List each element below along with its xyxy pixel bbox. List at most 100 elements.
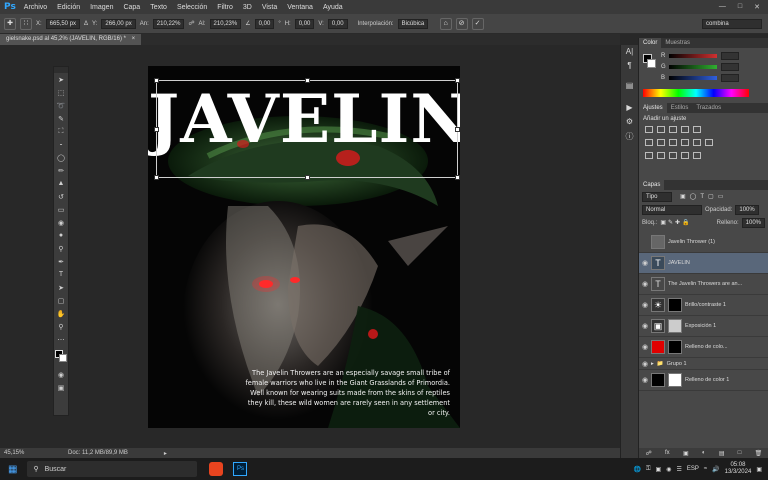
document-canvas[interactable]: JAVELIN The Javelin Throwers are an espe…: [148, 66, 460, 428]
layer-row[interactable]: ◉ Relleno de colo...: [639, 337, 768, 358]
interpolation-select[interactable]: Bicúbica: [397, 18, 428, 29]
status-arrow-icon[interactable]: ▸: [164, 450, 167, 457]
tab-paths[interactable]: Trazados: [692, 103, 725, 113]
network-icon[interactable]: 🌐: [633, 466, 640, 473]
r-value-field[interactable]: [721, 52, 739, 60]
x-field[interactable]: 665,50 px: [45, 18, 81, 29]
paint-bucket-icon[interactable]: ◉: [54, 216, 68, 229]
crop-tool-icon[interactable]: ⛶: [54, 125, 68, 138]
eye-icon[interactable]: ◉: [639, 322, 651, 330]
eyedropper-tool-icon[interactable]: ⁃: [54, 138, 68, 151]
eraser-tool-icon[interactable]: ▭: [54, 203, 68, 216]
menu-texto[interactable]: Texto: [150, 4, 167, 11]
tab-adjustments[interactable]: Ajustes: [639, 103, 667, 113]
delete-layer-icon[interactable]: 🗑: [755, 450, 763, 457]
eye-icon[interactable]: ◉: [639, 259, 651, 267]
pen-tool-icon[interactable]: ✒: [54, 255, 68, 268]
workspace-select[interactable]: combina: [702, 18, 762, 29]
color-spectrum[interactable]: [643, 89, 749, 97]
properties-panel-icon[interactable]: ⚙: [621, 117, 638, 131]
quick-mask-icon[interactable]: ◉: [54, 368, 68, 381]
menu-vista[interactable]: Vista: [262, 4, 277, 11]
new-layer-icon[interactable]: □: [738, 450, 742, 456]
color-lookup-icon[interactable]: [705, 139, 713, 146]
threshold-icon[interactable]: [669, 152, 677, 159]
marquee-tool-icon[interactable]: ⬚: [54, 86, 68, 99]
dodge-tool-icon[interactable]: ⚲: [54, 242, 68, 255]
menu-seleccion[interactable]: Selección: [177, 4, 207, 11]
color-swatches[interactable]: [54, 346, 68, 368]
photoshop-taskbar-icon[interactable]: Ps: [233, 462, 248, 476]
layer-row-selected[interactable]: ◉ T JAVELIN: [639, 253, 768, 274]
fx-icon[interactable]: fx: [665, 450, 670, 456]
photo-filter-icon[interactable]: [681, 139, 689, 146]
hskew-field[interactable]: 0,00: [294, 18, 315, 29]
add-mask-icon[interactable]: ▣: [683, 450, 689, 457]
commit-transform-icon[interactable]: ✓: [471, 17, 484, 30]
lasso-tool-icon[interactable]: ➰: [54, 99, 68, 112]
link-layers-icon[interactable]: ☍: [646, 450, 652, 457]
channel-mixer-icon[interactable]: [693, 139, 701, 146]
lock-icons[interactable]: ▣✎✚🔒: [660, 219, 691, 226]
healing-brush-icon[interactable]: ◯: [54, 151, 68, 164]
wifi-icon[interactable]: ☰: [676, 466, 681, 473]
layer-row[interactable]: Javelin Thrower (1): [639, 232, 768, 253]
menu-ayuda[interactable]: Ayuda: [323, 4, 343, 11]
close-icon[interactable]: ✕: [754, 3, 760, 11]
opacity-field[interactable]: 100%: [735, 204, 759, 215]
transform-handle-br[interactable]: [455, 175, 460, 180]
selective-color-icon[interactable]: [693, 152, 701, 159]
reference-point-icon[interactable]: ∷: [20, 17, 32, 30]
taskbar-search[interactable]: ⚲ Buscar: [27, 461, 198, 477]
black-white-icon[interactable]: [669, 139, 677, 146]
transform-handle-tl[interactable]: [154, 78, 159, 83]
info-panel-icon[interactable]: ⓘ: [621, 131, 638, 145]
rectangle-tool-icon[interactable]: ▢: [54, 294, 68, 307]
screen-mode-icon[interactable]: ▣: [54, 381, 68, 394]
hue-saturation-icon[interactable]: [645, 139, 653, 146]
gradient-map-icon[interactable]: [681, 152, 689, 159]
history-brush-icon[interactable]: ↺: [54, 190, 68, 203]
layer-row[interactable]: ◉ Relleno de color 1: [639, 370, 768, 391]
paragraph-panel-icon[interactable]: ¶: [621, 61, 638, 75]
menu-filtro[interactable]: Filtro: [217, 4, 233, 11]
layer-filter-select[interactable]: Tipo: [642, 191, 672, 202]
layer-row[interactable]: ◉ ☀ Brillo/contraste 1: [639, 295, 768, 316]
shield-icon[interactable]: ⚿: [646, 466, 651, 473]
transform-handle-l[interactable]: [154, 127, 159, 132]
transform-handle-tr[interactable]: [455, 78, 460, 83]
eye-icon[interactable]: ◉: [639, 343, 651, 351]
close-tab-icon[interactable]: ×: [132, 36, 136, 42]
wifi-signal-icon[interactable]: ≈: [704, 466, 707, 472]
y-field[interactable]: 266,00 px: [101, 18, 136, 29]
tab-layers[interactable]: Capas: [639, 180, 665, 190]
quick-select-tool-icon[interactable]: ✎: [54, 112, 68, 125]
volume-icon[interactable]: 🔊: [712, 466, 719, 473]
tab-styles[interactable]: Estilos: [667, 103, 693, 113]
transform-handle-t[interactable]: [305, 78, 310, 83]
history-panel-icon[interactable]: ▤: [621, 81, 638, 95]
warp-icon[interactable]: ⌂: [439, 17, 452, 30]
eye-icon[interactable]: ◉: [639, 301, 651, 309]
g-slider[interactable]: [669, 65, 717, 69]
posterize-icon[interactable]: [657, 152, 665, 159]
actions-panel-icon[interactable]: ▶: [621, 103, 638, 117]
tab-swatches[interactable]: Muestras: [661, 38, 694, 48]
brave-browser-icon[interactable]: [209, 462, 224, 476]
more-tools-icon[interactable]: ⋯: [54, 333, 68, 346]
app-tray-icon[interactable]: ◉: [666, 466, 671, 473]
eye-icon[interactable]: ◉: [639, 376, 651, 384]
levels-adjust-icon[interactable]: [657, 126, 665, 133]
new-group-icon[interactable]: ▤: [719, 450, 725, 457]
transform-tool-icon[interactable]: ✚: [4, 17, 16, 30]
minimize-icon[interactable]: —: [719, 3, 726, 11]
notifications-icon[interactable]: ▣: [756, 466, 762, 473]
cancel-transform-icon[interactable]: ⊘: [455, 17, 468, 30]
windows-start-icon[interactable]: ▦: [8, 464, 17, 475]
layer-row[interactable]: ◉ ▣ Exposición 1: [639, 316, 768, 337]
transform-handle-b[interactable]: [305, 175, 310, 180]
language-indicator[interactable]: ESP: [687, 466, 699, 472]
document-tab[interactable]: gielsnake.psd al 45,2% (JAVELIN, RGB/16)…: [0, 34, 142, 45]
type-tool-icon[interactable]: T: [54, 268, 68, 281]
menu-imagen[interactable]: Imagen: [90, 4, 113, 11]
